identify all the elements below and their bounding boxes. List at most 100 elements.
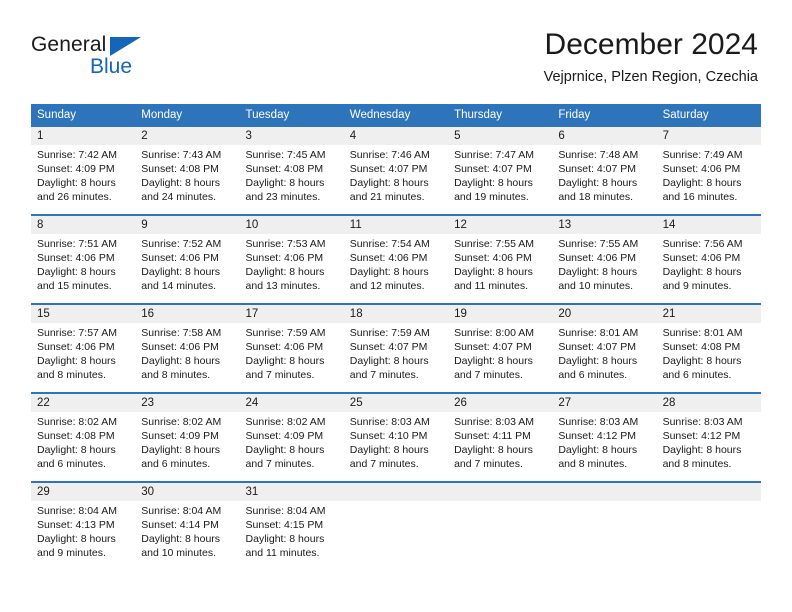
sunset-text: Sunset: 4:06 PM (662, 252, 741, 264)
sunset-text: Sunset: 4:15 PM (245, 519, 324, 531)
sunrise-text: Sunrise: 8:02 AM (37, 416, 117, 428)
day-details: Sunrise: 8:01 AM Sunset: 4:08 PM Daylight:… (657, 323, 761, 388)
day-cell[interactable]: 10 Sunrise: 7:53 AM Sunset: 4:06 PM Dayligh… (239, 216, 344, 299)
day-cell[interactable]: 25 Sunrise: 8:03 AM Sunset: 4:10 PM Dayligh… (343, 394, 449, 477)
day-details: Sunrise: 8:01 AM Sunset: 4:07 PM Daylight:… (552, 323, 656, 388)
day-cell[interactable]: 13 Sunrise: 7:55 AM Sunset: 4:06 PM Dayligh… (552, 216, 657, 299)
week-row: 15 Sunrise: 7:57 AM Sunset: 4:06 PM Dayligh… (31, 303, 761, 388)
daylight-text-line2: and 18 minutes. (558, 191, 634, 203)
day-cell[interactable]: 15 Sunrise: 7:57 AM Sunset: 4:06 PM Dayligh… (31, 305, 136, 388)
day-details: Sunrise: 8:00 AM Sunset: 4:07 PM Daylight:… (448, 323, 552, 388)
day-cell[interactable]: 11 Sunrise: 7:54 AM Sunset: 4:06 PM Dayligh… (343, 216, 449, 299)
weekday-header-friday: Friday (558, 109, 591, 121)
daylight-text-line1: Daylight: 8 hours (662, 444, 742, 456)
sunset-text: Sunset: 4:08 PM (141, 163, 219, 175)
day-cell[interactable]: 17 Sunrise: 7:59 AM Sunset: 4:06 PM Dayligh… (239, 305, 344, 388)
day-details (344, 501, 448, 563)
day-cell[interactable]: 1 Sunrise: 7:42 AM Sunset: 4:09 PM Daylight… (31, 127, 136, 210)
day-cell[interactable]: 16 Sunrise: 7:58 AM Sunset: 4:06 PM Dayligh… (135, 305, 240, 388)
daylight-text-line1: Daylight: 8 hours (245, 177, 325, 189)
sunrise-text: Sunrise: 7:58 AM (141, 327, 222, 339)
day-details: Sunrise: 8:03 AM Sunset: 4:11 PM Daylight:… (448, 412, 552, 477)
day-cell[interactable]: 2 Sunrise: 7:43 AM Sunset: 4:08 PM Daylight… (135, 127, 240, 210)
sunrise-text: Sunrise: 7:43 AM (141, 149, 222, 161)
day-number: 5 (448, 127, 553, 145)
day-cell[interactable]: 3 Sunrise: 7:45 AM Sunset: 4:08 PM Daylight… (239, 127, 344, 210)
brand-logo[interactable]: General Blue (31, 33, 221, 83)
sunset-text: Sunset: 4:09 PM (141, 430, 219, 442)
daylight-text-line1: Daylight: 8 hours (141, 444, 221, 456)
sunrise-text: Sunrise: 7:53 AM (245, 238, 326, 250)
sunrise-text: Sunrise: 8:04 AM (245, 505, 326, 517)
daylight-text-line2: and 11 minutes. (245, 547, 320, 559)
day-number: 20 (552, 305, 657, 323)
day-number: 29 (31, 483, 136, 501)
sunset-text: Sunset: 4:07 PM (349, 163, 428, 175)
sunrise-text: Sunrise: 8:04 AM (37, 505, 117, 517)
sunset-text: Sunset: 4:06 PM (349, 252, 428, 264)
day-details: Sunrise: 8:03 AM Sunset: 4:12 PM Daylight:… (657, 412, 761, 477)
sunset-text: Sunset: 4:06 PM (662, 163, 741, 175)
daylight-text-line2: and 7 minutes. (349, 458, 419, 470)
day-cell[interactable]: 14 Sunrise: 7:56 AM Sunset: 4:06 PM Dayligh… (656, 216, 761, 299)
daylight-text-line1: Daylight: 8 hours (141, 533, 221, 545)
day-cell[interactable]: 28 Sunrise: 8:03 AM Sunset: 4:12 PM Dayligh… (656, 394, 761, 477)
daylight-text-line1: Daylight: 8 hours (349, 266, 429, 278)
day-details: Sunrise: 7:49 AM Sunset: 4:06 PM Daylight:… (657, 145, 761, 210)
sunset-text: Sunset: 4:09 PM (37, 163, 115, 175)
page-title: December 2024 (544, 28, 758, 61)
day-number: 4 (343, 127, 449, 145)
day-details: Sunrise: 7:45 AM Sunset: 4:08 PM Daylight:… (240, 145, 344, 210)
week-row: 29 Sunrise: 8:04 AM Sunset: 4:13 PM Dayligh… (31, 481, 761, 566)
day-cell[interactable]: 24 Sunrise: 8:02 AM Sunset: 4:09 PM Dayligh… (239, 394, 344, 477)
day-cell[interactable]: 27 Sunrise: 8:03 AM Sunset: 4:12 PM Dayligh… (552, 394, 657, 477)
day-number: 2 (135, 127, 240, 145)
day-cell[interactable]: 22 Sunrise: 8:02 AM Sunset: 4:08 PM Dayligh… (31, 394, 136, 477)
day-number (448, 483, 553, 501)
day-cell[interactable]: 31 Sunrise: 8:04 AM Sunset: 4:15 PM Dayligh… (239, 483, 344, 566)
sunrise-text: Sunrise: 8:02 AM (141, 416, 222, 428)
week-row: 1 Sunrise: 7:42 AM Sunset: 4:09 PM Daylight… (31, 127, 761, 210)
day-number: 6 (552, 127, 657, 145)
day-number: 23 (135, 394, 240, 412)
title-block: December 2024 Vejprnice, Plzen Region, C… (544, 26, 758, 88)
daylight-text-line2: and 10 minutes. (558, 280, 634, 292)
day-cell[interactable]: 20 Sunrise: 8:01 AM Sunset: 4:07 PM Dayligh… (552, 305, 657, 388)
day-cell[interactable]: 18 Sunrise: 7:59 AM Sunset: 4:07 PM Dayligh… (343, 305, 449, 388)
sunset-text: Sunset: 4:06 PM (245, 341, 324, 353)
page-header: General Blue December 2024 Vejprnice, Pl… (0, 0, 792, 100)
day-cell[interactable]: 12 Sunrise: 7:55 AM Sunset: 4:06 PM Dayligh… (448, 216, 553, 299)
day-details: Sunrise: 8:04 AM Sunset: 4:14 PM Daylight:… (135, 501, 239, 566)
sunset-text: Sunset: 4:06 PM (558, 252, 636, 264)
day-details: Sunrise: 7:55 AM Sunset: 4:06 PM Daylight:… (552, 234, 656, 299)
sunset-text: Sunset: 4:12 PM (558, 430, 636, 442)
sunset-text: Sunset: 4:07 PM (454, 163, 532, 175)
daylight-text-line1: Daylight: 8 hours (245, 266, 325, 278)
day-details: Sunrise: 7:58 AM Sunset: 4:06 PM Daylight:… (135, 323, 239, 388)
daylight-text-line2: and 7 minutes. (454, 458, 523, 470)
day-cell[interactable]: 23 Sunrise: 8:02 AM Sunset: 4:09 PM Dayligh… (135, 394, 240, 477)
brand-name-general: General (31, 33, 107, 56)
daylight-text-line2: and 8 minutes. (37, 369, 106, 381)
day-cell[interactable]: 6 Sunrise: 7:48 AM Sunset: 4:07 PM Daylight… (552, 127, 657, 210)
daylight-text-line1: Daylight: 8 hours (558, 355, 638, 367)
day-cell[interactable]: 30 Sunrise: 8:04 AM Sunset: 4:14 PM Dayligh… (135, 483, 240, 566)
day-cell[interactable]: 5 Sunrise: 7:47 AM Sunset: 4:07 PM Daylight… (448, 127, 553, 210)
day-cell[interactable]: 26 Sunrise: 8:03 AM Sunset: 4:11 PM Dayligh… (448, 394, 553, 477)
sunset-text: Sunset: 4:08 PM (37, 430, 115, 442)
day-cell[interactable]: 8 Sunrise: 7:51 AM Sunset: 4:06 PM Daylight… (31, 216, 136, 299)
day-details: Sunrise: 7:59 AM Sunset: 4:07 PM Daylight:… (344, 323, 448, 388)
day-cell[interactable]: 21 Sunrise: 8:01 AM Sunset: 4:08 PM Dayligh… (656, 305, 761, 388)
day-cell[interactable]: 9 Sunrise: 7:52 AM Sunset: 4:06 PM Daylight… (135, 216, 240, 299)
day-cell[interactable]: 4 Sunrise: 7:46 AM Sunset: 4:07 PM Daylight… (343, 127, 449, 210)
day-cell[interactable]: 19 Sunrise: 8:00 AM Sunset: 4:07 PM Dayligh… (448, 305, 553, 388)
day-cell[interactable]: 29 Sunrise: 8:04 AM Sunset: 4:13 PM Dayligh… (31, 483, 136, 566)
daylight-text-line2: and 19 minutes. (454, 191, 529, 203)
daylight-text-line2: and 21 minutes. (349, 191, 425, 203)
day-cell[interactable]: 7 Sunrise: 7:49 AM Sunset: 4:06 PM Daylight… (656, 127, 761, 210)
day-details (552, 501, 656, 563)
daylight-text-line2: and 6 minutes. (662, 369, 732, 381)
day-number: 11 (343, 216, 449, 234)
day-number: 22 (31, 394, 136, 412)
sunrise-text: Sunrise: 7:55 AM (454, 238, 535, 250)
